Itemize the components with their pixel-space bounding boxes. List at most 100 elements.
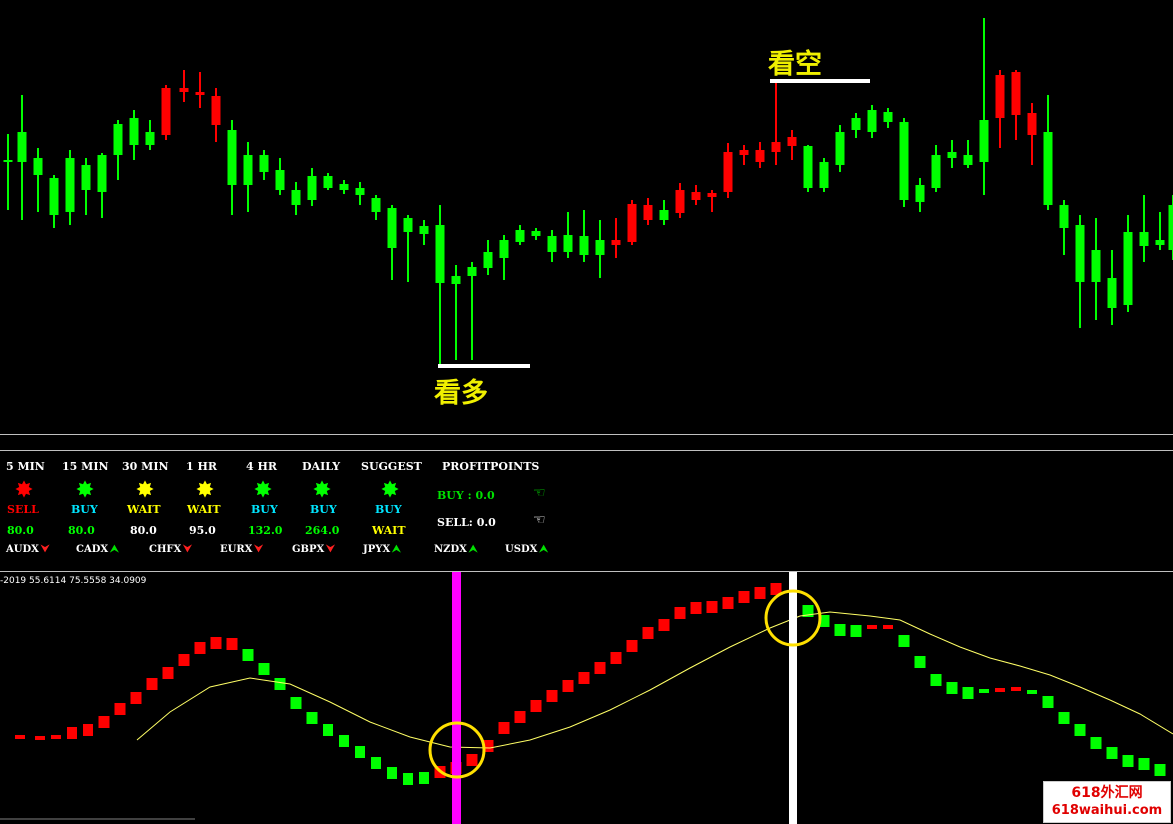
panel-divider[interactable] <box>0 434 1173 435</box>
signal-dot-5min <box>15 480 33 498</box>
osc-bar <box>498 722 510 734</box>
osc-bar <box>83 724 93 736</box>
osc-bar <box>323 724 333 736</box>
osc-bar <box>754 587 766 599</box>
signal-text-15min: BUY <box>71 503 98 516</box>
osc-bar <box>1074 724 1086 736</box>
candle-body <box>1075 225 1085 282</box>
candle-body <box>259 155 269 172</box>
osc-bar <box>162 667 174 679</box>
osc-bar <box>1058 712 1070 724</box>
candle-body <box>931 155 941 188</box>
osc-bar <box>930 674 942 686</box>
osc-bar <box>962 687 974 699</box>
candle-body <box>979 120 989 162</box>
signal-line <box>136 611 1173 749</box>
currency-strength-jpyx: JPYX ⮝ <box>363 544 401 555</box>
osc-bar <box>867 625 877 629</box>
osc-bar <box>626 640 638 652</box>
candle-body <box>483 252 493 268</box>
tf-header-suggest: SUGGEST <box>361 460 422 473</box>
candle-body <box>1059 205 1069 228</box>
candle-body <box>161 88 171 135</box>
osc-bar <box>578 672 590 684</box>
osc-bar <box>98 716 110 728</box>
currency-strength-nzdx: NZDX ⮝ <box>434 544 477 555</box>
osc-bar <box>722 597 734 609</box>
signal-burst <box>136 480 154 498</box>
tf-header-5min: 5 MIN <box>6 460 45 473</box>
osc-bar <box>210 637 222 649</box>
profit-buy-row: BUY : 0.0 <box>437 489 495 502</box>
candle-body <box>145 132 155 145</box>
signal-text-daily: BUY <box>310 503 337 516</box>
candle-body <box>867 110 877 132</box>
candle-body <box>467 267 477 276</box>
currency-name: AUDX <box>6 544 39 555</box>
profit-sell-value: 0.0 <box>476 516 496 529</box>
currency-strength-gbpx: GBPX ⮟ <box>292 544 335 555</box>
osc-bar <box>1011 687 1021 691</box>
candle-body <box>707 193 717 197</box>
currency-name: CHFX <box>149 544 182 555</box>
candle-body <box>195 92 205 95</box>
candle-body <box>179 88 189 92</box>
osc-bar <box>1042 696 1054 708</box>
candle-body <box>563 235 573 252</box>
candle-body <box>49 178 59 215</box>
watermark-title: 618外汇网 <box>1071 785 1143 801</box>
candle-body <box>723 152 733 192</box>
candle-body <box>675 190 685 213</box>
osc-bar <box>946 682 958 694</box>
candle-body <box>787 137 797 146</box>
osc-bar <box>610 652 622 664</box>
candle-body <box>451 276 461 284</box>
osc-bar <box>178 654 190 666</box>
tf-header-1hr: 1 HR <box>186 460 218 473</box>
candle-body <box>275 170 285 190</box>
candle-body <box>1107 278 1117 308</box>
profit-sell-row: SELL: 0.0 <box>437 516 496 529</box>
candle-body <box>227 130 237 185</box>
osc-bar <box>706 601 718 613</box>
sell-vertical-marker <box>789 572 797 824</box>
currency-strength-eurx: EURX ⮟ <box>220 544 263 555</box>
trend-arrow-icon: ⮝ <box>392 544 401 555</box>
osc-bar <box>258 663 270 675</box>
candle-body <box>627 204 637 242</box>
osc-bar <box>371 757 381 769</box>
candle-body <box>995 75 1005 118</box>
signal-burst <box>313 480 331 498</box>
osc-bar <box>883 625 893 629</box>
bearish-label: 看空 <box>768 49 822 80</box>
tf-value-5min: 80.0 <box>7 524 34 537</box>
oscillator-subchart <box>0 572 1173 824</box>
osc-bar <box>466 754 478 766</box>
candle-body <box>307 176 317 200</box>
candle-body <box>243 155 253 185</box>
candle-body <box>419 226 429 234</box>
candle-body <box>1027 113 1037 135</box>
candle-body <box>81 165 91 190</box>
currency-strength-usdx: USDX ⮝ <box>505 544 548 555</box>
candle-body <box>1123 232 1133 305</box>
osc-bar <box>1122 755 1134 767</box>
candles-group <box>3 18 1173 365</box>
candle-body <box>129 118 139 145</box>
candle-body <box>963 155 973 165</box>
tf-header-15min: 15 MIN <box>62 460 109 473</box>
currency-strength-cadx: CADX ⮝ <box>76 544 119 555</box>
candle-body <box>339 184 349 190</box>
candle-body <box>323 176 333 188</box>
trend-arrow-icon: ⮝ <box>468 544 478 555</box>
osc-bar <box>226 638 238 650</box>
candle-body <box>1139 232 1149 246</box>
candle-body <box>515 230 525 242</box>
signal-dot-30min <box>136 480 154 498</box>
candle-body <box>803 146 813 188</box>
trend-arrow-icon: ⮟ <box>183 544 192 555</box>
candle-body <box>899 122 909 200</box>
oscillator-histogram <box>15 583 1166 785</box>
osc-bar <box>419 772 429 784</box>
osc-bar <box>642 627 654 639</box>
